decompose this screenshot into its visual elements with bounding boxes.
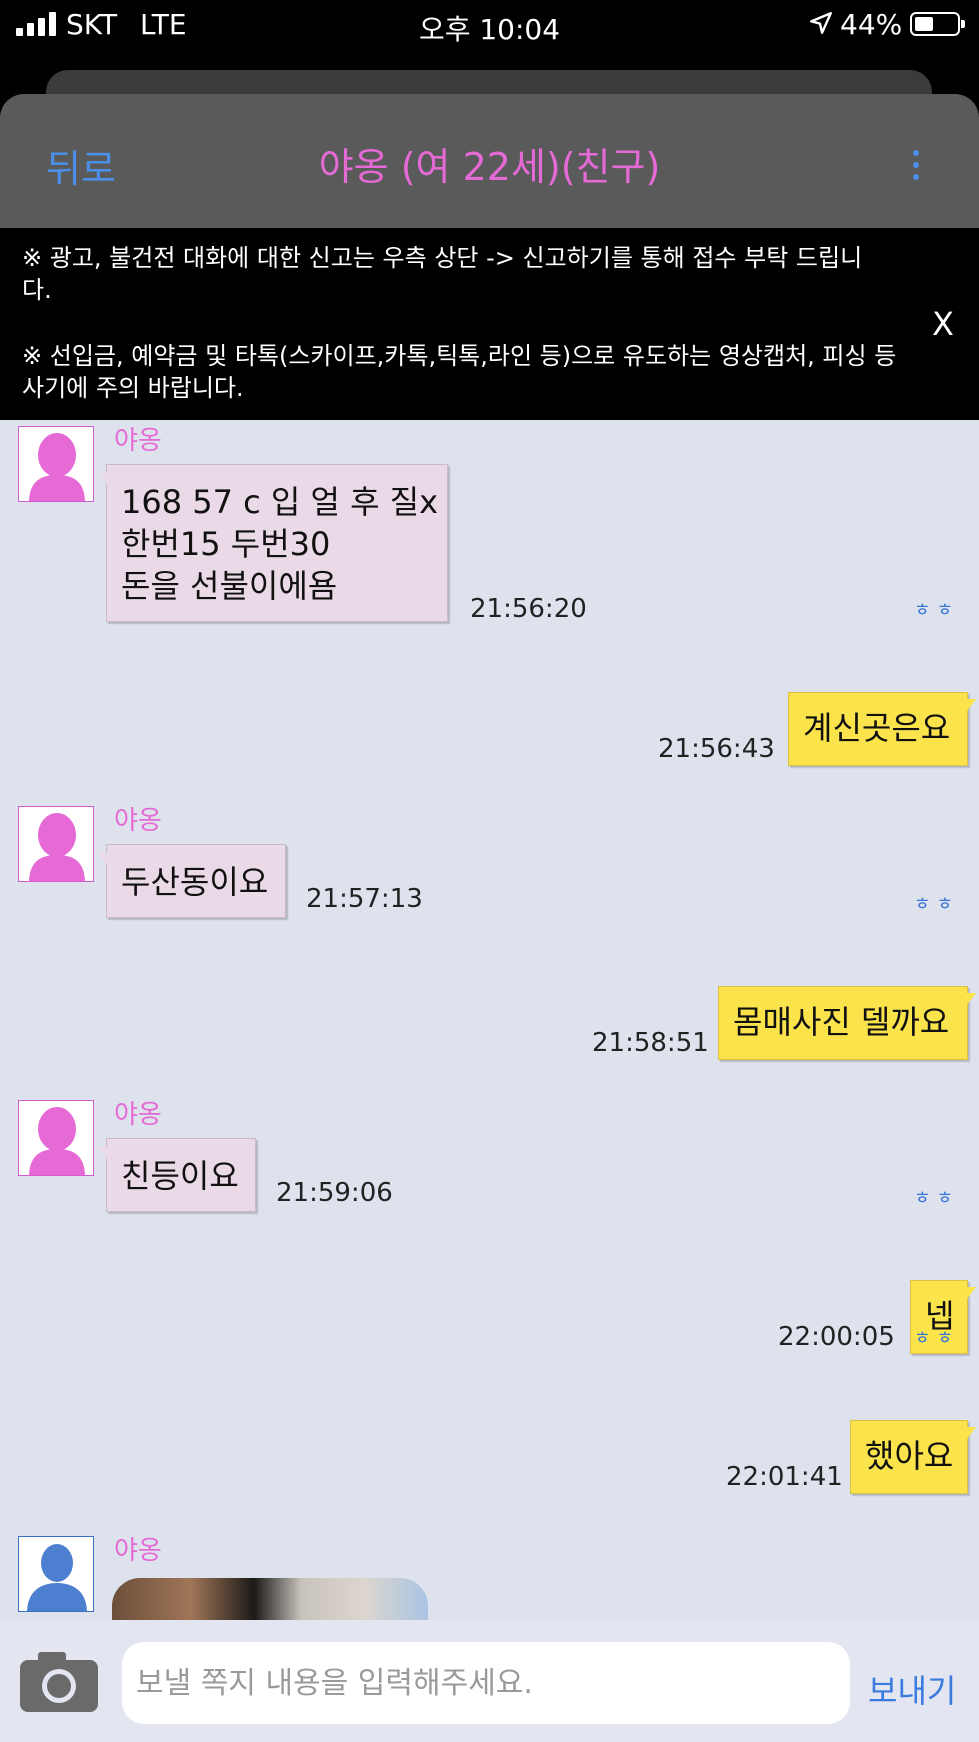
message-time: 22:01:41 (726, 1462, 843, 1492)
message-time: 21:56:20 (470, 594, 587, 624)
incoming-message-bubble[interactable]: 친등이요 (98, 1138, 256, 1212)
avatar[interactable] (18, 1100, 94, 1176)
outgoing-message-bubble[interactable]: 몸매사진 델까요 (718, 986, 976, 1060)
chat-header: 뒤로 야옹 (여 22세)(친구) (0, 94, 979, 228)
status-bar: SKT LTE 오후 10:04 44% (0, 0, 979, 50)
camera-icon[interactable] (18, 1650, 100, 1714)
battery-icon (910, 12, 965, 36)
location-arrow-icon (810, 12, 832, 34)
outgoing-message-bubble[interactable]: 계신곳은요 (788, 692, 976, 766)
avatar[interactable] (18, 1536, 94, 1612)
incoming-message-bubble[interactable]: 168 57 c 입 얼 후 질x 한번15 두번30 돈을 선불이에욤 (98, 464, 448, 622)
message-input-bar: 보내기 (0, 1620, 979, 1742)
sender-name: 야옹 (114, 426, 162, 456)
notice-scam-text: ※ 선입금, 예약금 및 타톡(스카이프,카톡,틱톡,라인 등)으로 유도하는 … (22, 342, 897, 402)
avatar[interactable] (18, 806, 94, 882)
read-indicator: ㅎㅎ (914, 1188, 960, 1209)
read-indicator: ㅎㅎ (914, 600, 960, 621)
read-indicator: ㅎㅎ (914, 894, 960, 915)
female-avatar-icon (29, 433, 85, 501)
sender-name: 야옹 (114, 806, 162, 836)
female-avatar-icon (29, 813, 85, 881)
female-avatar-icon (29, 1107, 85, 1175)
message-time: 21:58:51 (592, 1028, 709, 1058)
battery-percent: 44% (840, 8, 903, 41)
sender-name: 야옹 (114, 1536, 162, 1566)
kebab-menu-icon[interactable] (908, 150, 924, 180)
incoming-message-bubble[interactable]: 두산동이요 (98, 844, 286, 918)
message-time: 21:59:06 (276, 1178, 393, 1208)
photo-message[interactable] (112, 1578, 428, 1620)
avatar[interactable] (18, 426, 94, 502)
notice-close-button[interactable]: X (932, 308, 954, 340)
message-time: 22:00:05 (778, 1322, 895, 1352)
notice-banner: ※ 광고, 불건전 대화에 대한 신고는 우측 상단 -> 신고하기를 통해 접… (0, 228, 979, 420)
message-time: 21:56:43 (658, 734, 775, 764)
notice-report-text: ※ 광고, 불건전 대화에 대한 신고는 우측 상단 -> 신고하기를 통해 접… (22, 244, 863, 304)
read-indicator: ㅎㅎ (914, 1328, 960, 1349)
chat-messages[interactable]: 야옹 168 57 c 입 얼 후 질x 한번15 두번30 돈을 선불이에욤 … (0, 420, 979, 1620)
outgoing-message-bubble[interactable]: 했아요 (850, 1420, 976, 1494)
male-avatar-icon (19, 1537, 93, 1611)
sender-name: 야옹 (114, 1100, 162, 1130)
message-time: 21:57:13 (306, 884, 423, 914)
send-button[interactable]: 보내기 (868, 1666, 956, 1712)
message-input[interactable] (122, 1642, 850, 1724)
chat-title: 야옹 (여 22세)(친구) (318, 145, 661, 189)
